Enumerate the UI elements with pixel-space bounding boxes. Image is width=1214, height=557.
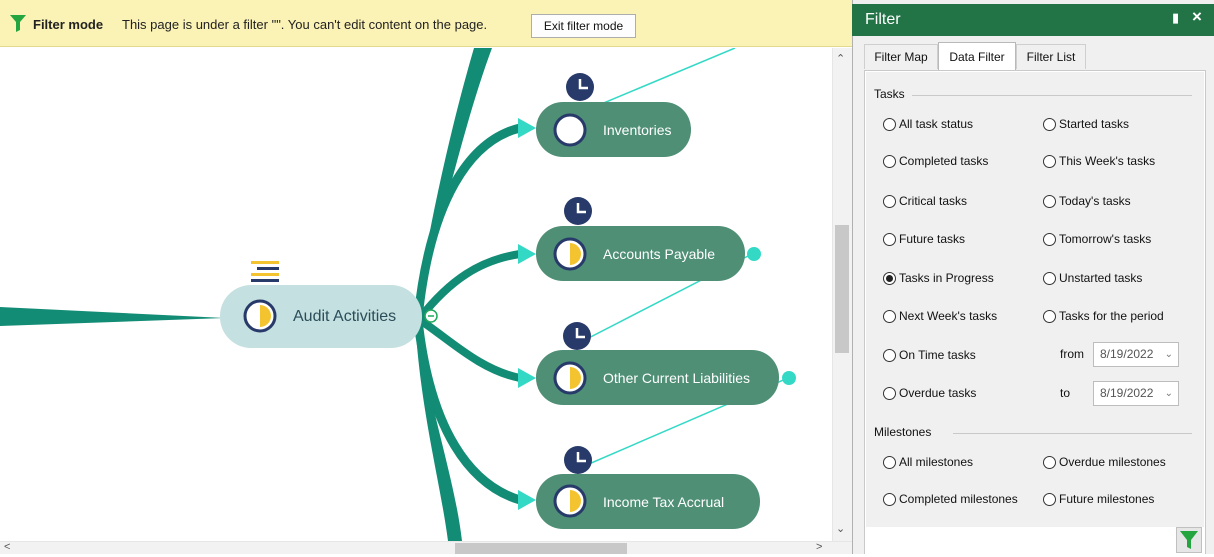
radio-critical-tasks[interactable]: Critical tasks (883, 194, 967, 208)
subtopic-accounts-payable[interactable]: Accounts Payable (603, 246, 715, 262)
radio-on-time-tasks[interactable]: On Time tasks (883, 348, 976, 362)
milestones-section-divider (953, 433, 1192, 434)
banner-title: Filter mode (33, 17, 104, 32)
radio-tomorrows-tasks[interactable]: Tomorrow's tasks (1043, 232, 1151, 246)
radio-completed-tasks[interactable]: Completed tasks (883, 154, 988, 168)
radio-future-tasks[interactable]: Future tasks (883, 232, 965, 246)
radio-completed-milestones[interactable]: Completed milestones (883, 492, 1018, 506)
central-topic-label[interactable]: Audit Activities (293, 308, 396, 326)
branch-accounts-payable (416, 250, 521, 321)
scroll-down-arrow-icon[interactable]: ⌄ (836, 524, 845, 535)
notes-icon (251, 261, 279, 282)
tab-data-filter[interactable]: Data Filter (938, 42, 1016, 70)
mindmap-canvas[interactable]: Audit Activities Inventories Accounts Pa… (0, 48, 832, 541)
from-date-value: 8/19/2022 (1100, 347, 1154, 361)
left-branch (0, 307, 225, 326)
filter-panel-header (852, 4, 1214, 36)
radio-tasks-for-the-period[interactable]: Tasks for the period (1043, 309, 1164, 323)
scroll-right-arrow-icon[interactable]: > (816, 542, 822, 553)
arrow-accounts-payable (518, 244, 536, 264)
scroll-up-arrow-icon[interactable]: ⌃ (836, 54, 845, 65)
from-label: from (1060, 347, 1084, 361)
radio-all-task-status[interactable]: All task status (883, 117, 973, 131)
to-date-picker[interactable]: 8/19/2022 ⌄ (1093, 381, 1179, 406)
close-icon[interactable]: × (1192, 7, 1202, 27)
branch-income-tax (413, 319, 522, 505)
tab-filter-map[interactable]: Filter Map (864, 44, 938, 69)
tasks-section-divider (912, 95, 1192, 96)
tab-filter-list[interactable]: Filter List (1016, 44, 1086, 69)
inventories-progress-icon (553, 113, 587, 147)
milestones-section-label: Milestones (874, 425, 932, 439)
branch-other-liabilities (417, 316, 521, 382)
filter-panel-title: Filter (865, 11, 901, 28)
to-label: to (1060, 386, 1071, 400)
from-date-picker[interactable]: 8/19/2022 ⌄ (1093, 342, 1179, 367)
horizontal-scrollbar[interactable] (0, 541, 852, 554)
radio-unstarted-tasks[interactable]: Unstarted tasks (1043, 271, 1142, 285)
scroll-left-arrow-icon[interactable]: < (4, 542, 10, 553)
pin-icon[interactable]: ▮ (1172, 10, 1179, 26)
chevron-down-icon: ⌄ (1164, 388, 1173, 399)
subtopic-inventories[interactable]: Inventories (603, 122, 671, 138)
to-date-value: 8/19/2022 (1100, 386, 1154, 400)
exit-filter-mode-button[interactable]: Exit filter mode (531, 14, 636, 38)
mindmap-drawing (0, 48, 796, 541)
arrow-income-tax (518, 490, 536, 510)
filter-funnel-icon (1180, 531, 1198, 549)
horizontal-scroll-thumb[interactable] (455, 543, 627, 554)
arrow-inventories (518, 118, 536, 138)
chevron-down-icon: ⌄ (1164, 349, 1173, 360)
radio-todays-tasks[interactable]: Today's tasks (1043, 194, 1131, 208)
subtopic-other-current-liabilities[interactable]: Other Current Liabilities (603, 370, 750, 386)
relation-endpoint-1 (747, 247, 761, 261)
radio-this-weeks-tasks[interactable]: This Week's tasks (1043, 154, 1155, 168)
banner-message: This page is under a filter "". You can'… (122, 17, 488, 32)
radio-all-milestones[interactable]: All milestones (883, 455, 973, 469)
vertical-scroll-thumb[interactable] (835, 225, 849, 353)
branch-inventories (413, 123, 522, 319)
radio-future-milestones[interactable]: Future milestones (1043, 492, 1154, 506)
radio-overdue-milestones[interactable]: Overdue milestones (1043, 455, 1166, 469)
radio-tasks-in-progress[interactable]: Tasks in Progress (883, 271, 994, 285)
subtopic-income-tax-accrual[interactable]: Income Tax Accrual (603, 494, 724, 510)
filter-funnel-icon (10, 15, 26, 32)
tasks-section-label: Tasks (874, 87, 905, 101)
radio-overdue-tasks[interactable]: Overdue tasks (883, 386, 976, 400)
radio-next-weeks-tasks[interactable]: Next Week's tasks (883, 309, 997, 323)
relation-endpoint-2 (782, 371, 796, 385)
apply-filter-button[interactable] (1176, 527, 1202, 553)
radio-started-tasks[interactable]: Started tasks (1043, 117, 1129, 131)
arrow-other-liabilities (518, 368, 536, 388)
